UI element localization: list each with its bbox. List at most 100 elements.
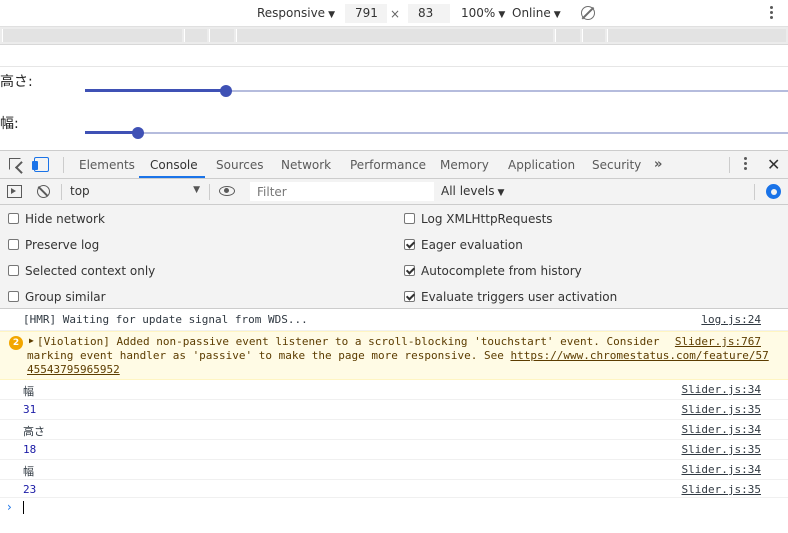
console-message: 幅 Slider.js:34 <box>0 380 788 400</box>
warning-text-line: 45543795965952 <box>27 363 120 376</box>
height-slider-fill <box>85 89 226 92</box>
gear-icon[interactable] <box>766 184 781 199</box>
media-query-segment[interactable] <box>607 29 786 42</box>
width-input[interactable]: 791 <box>345 4 387 23</box>
live-expression-eye-icon[interactable] <box>219 186 235 196</box>
device-toolbar-icon[interactable] <box>32 157 49 172</box>
source-link[interactable]: Slider.js:34 <box>682 383 761 396</box>
console-message: 18 Slider.js:35 <box>0 440 788 460</box>
log-levels-label: All levels <box>441 184 495 198</box>
console-message: 高さ Slider.js:34 <box>0 420 788 440</box>
checkbox[interactable] <box>404 291 415 302</box>
tab-elements[interactable]: Elements <box>79 158 135 172</box>
rotate-icon[interactable] <box>581 6 595 20</box>
message-text: 幅 <box>23 465 34 478</box>
setting-label: Preserve log <box>25 238 100 252</box>
page-viewport: 高さ: 幅: <box>0 66 788 150</box>
warning-text-line: marking event handler as 'passive' to ma… <box>27 349 769 362</box>
media-query-bar <box>0 27 788 45</box>
console-message: 31 Slider.js:35 <box>0 400 788 420</box>
message-number: 31 <box>23 403 37 416</box>
checkbox[interactable] <box>404 239 415 250</box>
checkbox[interactable] <box>8 291 19 302</box>
tab-console[interactable]: Console <box>150 158 198 172</box>
warning-text-line: [Violation] Added non-passive event list… <box>37 335 660 348</box>
chromestatus-link-cont[interactable]: 45543795965952 <box>27 363 120 376</box>
console-settings-pane: Hide network Preserve log Selected conte… <box>0 205 788 309</box>
tab-performance[interactable]: Performance <box>350 158 426 172</box>
height-slider-label: 高さ: <box>0 74 33 90</box>
message-number: 23 <box>23 483 37 496</box>
chevron-down-icon: ▼ <box>497 188 505 198</box>
divider <box>209 184 210 200</box>
active-tab-indicator <box>139 176 205 178</box>
show-sidebar-icon[interactable] <box>7 185 22 198</box>
width-slider-thumb[interactable] <box>131 127 144 139</box>
media-query-segment[interactable] <box>184 29 207 42</box>
clear-console-icon[interactable] <box>37 185 50 198</box>
network-select-label: Online <box>512 6 551 20</box>
source-link[interactable]: Slider.js:34 <box>682 423 761 436</box>
chevron-down-icon: ▼ <box>193 185 200 195</box>
setting-label: Group similar <box>25 290 106 304</box>
width-slider-track[interactable] <box>85 132 788 134</box>
source-link[interactable]: Slider.js:35 <box>682 403 761 416</box>
context-select-label: top <box>70 184 90 198</box>
network-select[interactable]: Online ▼ <box>512 6 561 20</box>
checkbox[interactable] <box>8 213 19 224</box>
checkbox[interactable] <box>8 265 19 276</box>
setting-label: Evaluate triggers user activation <box>421 290 618 304</box>
source-link[interactable]: Slider.js:35 <box>682 483 761 496</box>
inspect-element-icon[interactable] <box>9 158 21 170</box>
chevron-down-icon: ▼ <box>328 10 335 20</box>
tab-memory[interactable]: Memory <box>440 158 489 172</box>
media-query-segment[interactable] <box>236 29 553 42</box>
media-query-segment[interactable] <box>582 29 605 42</box>
warning-count-badge: 2 <box>9 336 23 350</box>
more-tabs-icon[interactable]: » <box>654 157 662 172</box>
console-prompt[interactable]: › <box>0 498 788 516</box>
devtools-tabbar: Elements Console Sources Network Perform… <box>0 150 788 179</box>
tab-network[interactable]: Network <box>281 158 331 172</box>
device-select[interactable]: Responsive ▼ <box>257 6 335 20</box>
tab-application[interactable]: Application <box>508 158 575 172</box>
close-icon[interactable]: ✕ <box>767 155 780 174</box>
setting-label: Eager evaluation <box>421 238 523 252</box>
setting-label: Log XMLHttpRequests <box>421 212 553 226</box>
context-select[interactable]: top ▼ <box>70 184 202 198</box>
expand-triangle-icon[interactable]: ▶ <box>29 336 34 345</box>
media-query-segment[interactable] <box>555 29 580 42</box>
height-input[interactable]: 83 <box>408 4 450 23</box>
log-levels-select[interactable]: All levels ▼ <box>441 184 504 198</box>
source-link[interactable]: Slider.js:767 <box>675 335 761 348</box>
media-query-segment[interactable] <box>209 29 234 42</box>
source-link[interactable]: Slider.js:34 <box>682 463 761 476</box>
source-link[interactable]: log.js:24 <box>701 313 761 326</box>
checkbox[interactable] <box>8 239 19 250</box>
tab-sources[interactable]: Sources <box>216 158 263 172</box>
text-cursor <box>23 501 24 514</box>
violation-warning: 2 ▶ [Violation] Added non-passive event … <box>0 331 788 380</box>
media-query-segment[interactable] <box>2 29 182 42</box>
chromestatus-link[interactable]: https://www.chromestatus.com/feature/57 <box>510 349 768 362</box>
width-slider-row: 幅: <box>0 111 788 139</box>
console-output: [HMR] Waiting for update signal from WDS… <box>0 310 788 533</box>
divider <box>729 157 730 173</box>
height-slider-row: 高さ: <box>0 69 788 97</box>
chevron-down-icon: ▼ <box>498 10 506 20</box>
setting-label: Selected context only <box>25 264 156 278</box>
source-link[interactable]: Slider.js:35 <box>682 443 761 456</box>
device-toolbar: Responsive ▼ 791 × 83 100% ▼ Online ▼ <box>0 0 788 27</box>
tab-security[interactable]: Security <box>592 158 641 172</box>
filter-input[interactable] <box>250 182 434 201</box>
message-text: 幅 <box>23 385 34 398</box>
checkbox[interactable] <box>404 265 415 276</box>
checkbox[interactable] <box>404 213 415 224</box>
device-select-label: Responsive <box>257 6 326 20</box>
devtools-menu-icon[interactable] <box>744 157 748 173</box>
zoom-select-label: 100% <box>461 6 496 20</box>
height-slider-thumb[interactable] <box>219 85 232 97</box>
more-options-icon[interactable] <box>770 6 774 22</box>
divider <box>63 157 64 173</box>
zoom-select[interactable]: 100% ▼ <box>461 6 505 20</box>
